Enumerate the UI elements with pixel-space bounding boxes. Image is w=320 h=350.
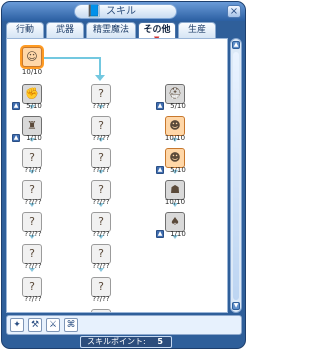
skill-icon[interactable]: ☗ — [165, 180, 185, 200]
skill-icon[interactable]: ? — [22, 148, 42, 168]
skill-icon[interactable]: ? — [91, 277, 111, 297]
scroll-thumb[interactable] — [233, 52, 239, 300]
skill-icon[interactable]: ? — [22, 180, 42, 200]
skill-icon[interactable]: ? — [22, 277, 42, 297]
tool-icon[interactable]: ⚔ — [46, 318, 60, 332]
figure-icon: ♜ — [27, 119, 37, 132]
skill-level: 5/10 — [26, 102, 42, 110]
skill-points-label: スキルポイント: — [87, 337, 146, 346]
skill-points-value: 5 — [157, 337, 163, 346]
level-up-button[interactable]: ▲ — [12, 102, 20, 110]
hair-icon: ♠ — [170, 215, 180, 228]
question-icon: ? — [92, 310, 110, 312]
connector-arrowhead-icon — [95, 75, 105, 81]
level-up-button[interactable]: ▲ — [156, 166, 164, 174]
skill-window: 📘 スキル × 行動 武器 精霊魔法 その他 生産 ▼ ☺ 10/10 — [1, 1, 246, 349]
tab-weapon[interactable]: 武器 — [46, 22, 84, 38]
skill-icon[interactable]: ♠ — [165, 212, 185, 232]
skill-connector — [42, 57, 100, 59]
question-icon: ? — [29, 280, 35, 293]
skill-icon[interactable]: ✊ — [22, 84, 42, 104]
figure-icon: ☗ — [170, 183, 180, 196]
skill-icon[interactable]: ? — [91, 84, 111, 104]
face-icon: ☻ — [169, 151, 181, 164]
hp-skill-icon[interactable]: ⛑ HP — [165, 84, 185, 104]
vertical-scrollbar[interactable]: ▲ ▼ — [230, 38, 242, 313]
question-icon: ? — [98, 151, 104, 164]
level-up-button[interactable]: ▲ — [156, 102, 164, 110]
scroll-down-button[interactable]: ▼ — [232, 302, 240, 310]
face-icon: ☻ — [169, 119, 181, 132]
skill-icon[interactable]: ? — [91, 309, 111, 312]
skill-icon[interactable]: ? — [91, 180, 111, 200]
question-icon: ? — [29, 215, 35, 228]
skill-level: 10/10 — [164, 134, 186, 142]
skill-level: 5/10 — [170, 102, 186, 110]
skill-icon[interactable]: ☻ — [165, 148, 185, 168]
tool-icon[interactable]: ✦ — [10, 318, 24, 332]
skill-tree-panel: ☺ 10/10 ✊ ▲ 5/10 ♜ ▲ 1/10 ? ??/?? ? ??/?… — [6, 38, 228, 313]
skill-level: ??/?? — [24, 295, 42, 303]
level-up-button[interactable]: ▲ — [156, 230, 164, 238]
question-icon: ? — [98, 280, 104, 293]
skill-points-bar: スキルポイント: 5 — [80, 336, 172, 348]
skill-icon[interactable]: ♜ — [22, 116, 42, 136]
skill-icon[interactable]: ☻ — [165, 116, 185, 136]
skill-level: ??/?? — [24, 230, 42, 238]
question-icon: ? — [98, 247, 104, 260]
close-button[interactable]: × — [227, 5, 241, 18]
tab-action[interactable]: 行動 — [6, 22, 44, 38]
skill-level: 10/10 — [21, 68, 43, 76]
window-title: スキル — [106, 6, 136, 17]
skill-icon[interactable]: ? — [22, 212, 42, 232]
tab-spirit-magic[interactable]: 精霊魔法 — [86, 22, 136, 38]
skill-level: 1/10 — [26, 134, 42, 142]
book-icon: 📘 — [86, 4, 102, 18]
skill-level: ??/?? — [92, 166, 110, 174]
question-icon: ? — [29, 151, 35, 164]
skill-icon[interactable]: ? — [91, 116, 111, 136]
skill-level: 5/10 — [170, 166, 186, 174]
tool-icon[interactable]: ⌘ — [64, 318, 78, 332]
skill-level: ??/?? — [24, 166, 42, 174]
skill-level: 1/10 — [170, 230, 186, 238]
title-bar: 📘 スキル × — [2, 2, 245, 21]
skill-level: ??/?? — [92, 134, 110, 142]
question-icon: ? — [29, 183, 35, 196]
skill-icon[interactable]: ? — [22, 244, 42, 264]
skill-icon[interactable]: ☺ — [22, 47, 42, 67]
skill-icon[interactable]: ? — [91, 148, 111, 168]
skill-icon[interactable]: ? — [91, 244, 111, 264]
face-icon: ☺ — [26, 50, 38, 63]
question-icon: ? — [98, 119, 104, 132]
skill-level: ??/?? — [24, 198, 42, 206]
skill-icon[interactable]: ? — [91, 212, 111, 232]
skill-level: 10/10 — [164, 198, 186, 206]
hp-badge: HP — [172, 95, 179, 101]
tab-production[interactable]: 生産 — [178, 22, 216, 38]
level-up-button[interactable]: ▲ — [12, 134, 20, 142]
question-icon: ? — [29, 247, 35, 260]
question-icon: ? — [98, 87, 104, 100]
question-icon: ? — [98, 183, 104, 196]
question-icon: ? — [98, 215, 104, 228]
arm-icon: ✊ — [25, 87, 39, 100]
tool-icon[interactable]: ⚒ — [28, 318, 42, 332]
skill-level: ??/?? — [24, 262, 42, 270]
skill-level: ??/?? — [92, 295, 110, 303]
skill-level: ??/?? — [92, 102, 110, 110]
skill-level: ??/?? — [92, 198, 110, 206]
tab-strip: 行動 武器 精霊魔法 その他 生産 ▼ — [6, 22, 244, 43]
skill-level: ??/?? — [92, 262, 110, 270]
scroll-up-button[interactable]: ▲ — [232, 41, 240, 49]
skill-toolbar: ✦ ⚒ ⚔ ⌘ — [6, 315, 242, 335]
skill-level: ??/?? — [92, 230, 110, 238]
skill-connector — [99, 57, 101, 77]
